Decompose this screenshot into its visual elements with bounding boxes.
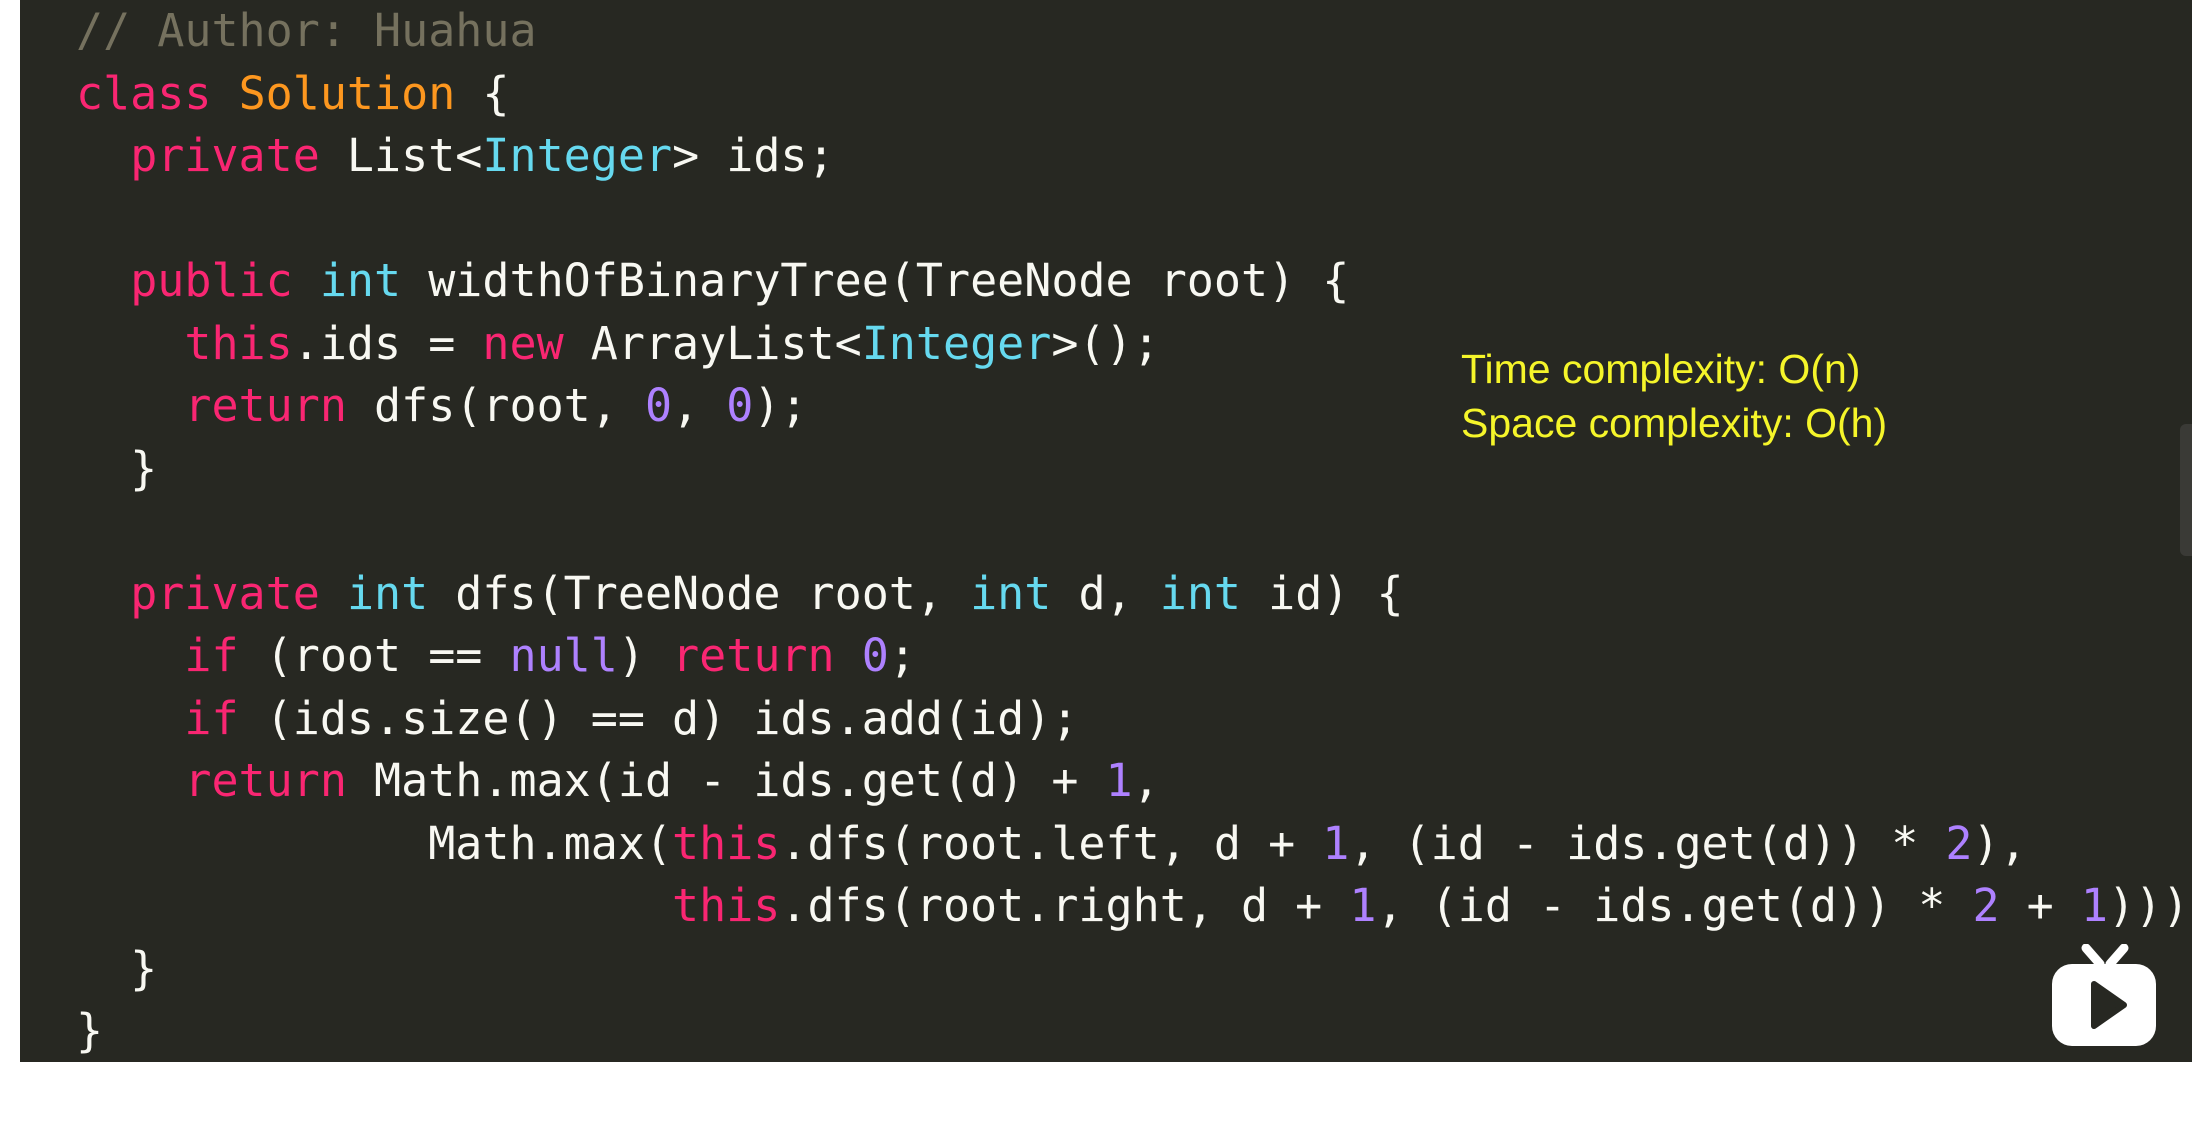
code-token: , [1132, 754, 1160, 807]
time-complexity: Time complexity: O(n) [1461, 346, 1861, 392]
code-line: // Author: Huahua [76, 0, 2192, 63]
code-token: this [672, 879, 781, 932]
code-token: >(); [1051, 316, 1160, 370]
code-token: , (id - ids.get(d)) * [1349, 816, 1946, 870]
code-editor: // Author: Huahua class Solution { privat… [20, 0, 2192, 1062]
code-token: d, [1051, 566, 1160, 620]
code-token: > ids; [672, 129, 835, 182]
code-token: 1 [1349, 879, 1377, 932]
code-token: ), [1972, 816, 2027, 870]
code-token: dfs(root, [346, 379, 645, 432]
code-token: ArrayList< [563, 316, 862, 370]
code-token: private [130, 566, 320, 620]
code-line: if (root == null) return 0; [76, 625, 2192, 688]
code-token: 0 [726, 379, 754, 432]
code-line: Math.max(this.dfs(root.left, d + 1, (id … [76, 813, 2192, 876]
code-token: Integer [861, 316, 1052, 370]
code-block: // Author: Huahua class Solution { privat… [76, 0, 2192, 1063]
code-token: 0 [644, 379, 673, 432]
code-line: class Solution { [76, 63, 2192, 126]
code-token: , [672, 379, 727, 432]
code-token: { [455, 66, 510, 120]
code-token: 1 [1322, 816, 1350, 870]
code-token: // Author: Huahua [76, 4, 537, 57]
code-token: int [1159, 566, 1242, 620]
code-token: (ids.size() == d) ids.add(id); [238, 691, 1079, 745]
code-token: dfs(TreeNode root, [428, 566, 971, 620]
code-token: .dfs(root.right, d + [780, 879, 1350, 932]
code-token: return [184, 379, 347, 432]
code-line: this.dfs(root.right, d + 1, (id - ids.ge… [76, 875, 2192, 938]
code-token: new [482, 316, 564, 370]
code-token: + [1999, 879, 2081, 932]
code-token: 2 [1945, 816, 1973, 870]
code-token: 0 [861, 629, 889, 682]
code-line: private List<Integer> ids; [76, 125, 2192, 188]
code-token: widthOfBinaryTree(TreeNode root) { [401, 254, 1350, 307]
code-line: return Math.max(id - ids.get(d) + 1, [76, 750, 2192, 813]
code-token: public [130, 254, 293, 307]
code-token: return [184, 754, 347, 807]
code-line: } [76, 938, 2192, 1001]
code-token: int [319, 254, 402, 307]
code-token: this [184, 316, 293, 370]
code-token: ) [617, 629, 673, 682]
code-token: .ids = [292, 316, 483, 370]
code-token: } [76, 941, 158, 995]
code-token: if [184, 629, 239, 682]
code-token: int [970, 566, 1052, 620]
code-token: 1 [1105, 754, 1133, 807]
code-token: class [76, 66, 212, 120]
code-token: } [76, 1004, 104, 1057]
code-token: int [346, 566, 429, 620]
code-token: .dfs(root.left, d + [780, 816, 1323, 870]
code-token: 2 [1972, 879, 2000, 932]
code-token: ); [753, 379, 808, 432]
code-token: this [672, 816, 781, 870]
code-token: return [672, 629, 835, 682]
code-token: (root == [238, 629, 510, 682]
code-token: Solution [238, 66, 456, 120]
code-token: ))); [2107, 879, 2192, 932]
code-token: null [509, 629, 618, 682]
code-token: id) { [1241, 566, 1404, 620]
code-token: , (id - ids.get(d)) * [1376, 879, 1973, 932]
code-line: if (ids.size() == d) ids.add(id); [76, 688, 2192, 751]
code-token: Math.max(id - ids.get(d) + [346, 754, 1106, 807]
complexity-annotation: Time complexity: O(n) Space complexity: … [1461, 342, 1887, 450]
code-line: public int widthOfBinaryTree(TreeNode ro… [76, 250, 2192, 313]
code-token: } [76, 441, 158, 495]
code-token: Integer [482, 129, 673, 182]
code-token: private [130, 129, 320, 182]
scrollbar-thumb[interactable] [2180, 424, 2192, 556]
code-line: } [76, 1000, 2192, 1063]
code-line: private int dfs(TreeNode root, int d, in… [76, 563, 2192, 626]
code-token: 1 [2080, 879, 2108, 932]
code-token: ; [888, 629, 916, 682]
code-token: Math.max( [76, 816, 673, 870]
bilibili-tv-icon [2052, 944, 2156, 1046]
code-token: if [184, 691, 239, 745]
space-complexity: Space complexity: O(h) [1461, 400, 1888, 446]
code-token: List< [319, 129, 483, 182]
